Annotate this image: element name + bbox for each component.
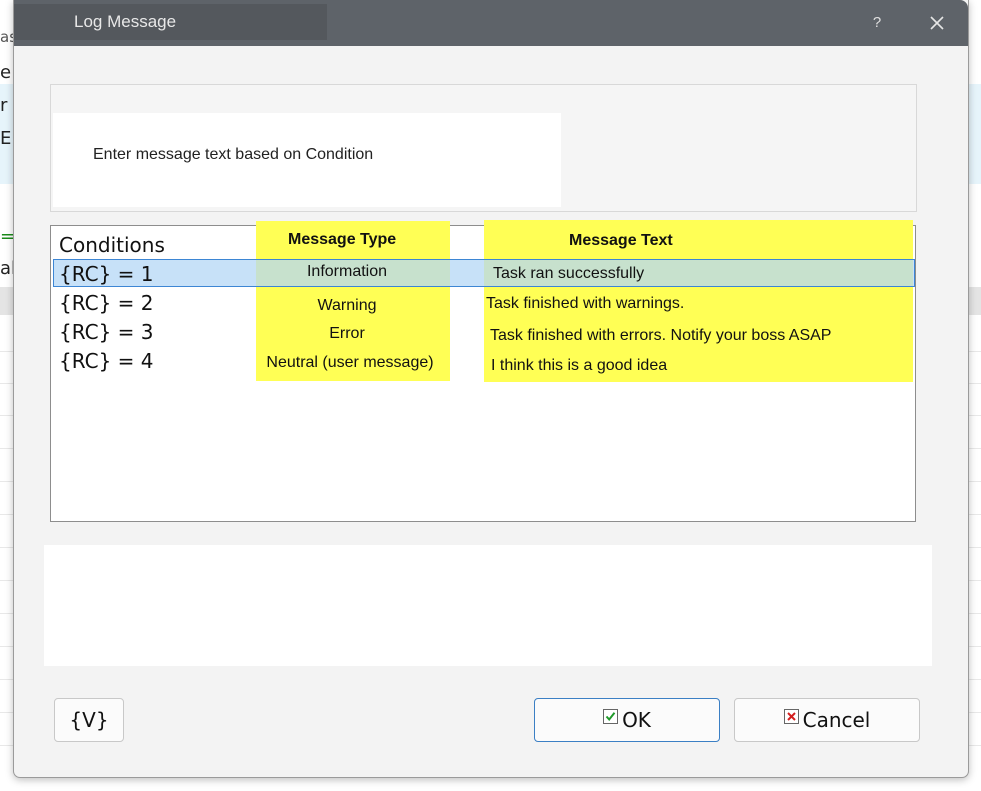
cancel-button-label: Cancel xyxy=(802,708,871,732)
ok-button-label: OK xyxy=(622,708,651,732)
row-message-text[interactable]: I think this is a good idea xyxy=(491,357,667,375)
row-message-text[interactable]: Task finished with errors. Notify your b… xyxy=(490,327,831,345)
details-panel xyxy=(44,545,932,666)
ok-button[interactable]: OK xyxy=(534,698,720,742)
close-icon xyxy=(930,16,944,30)
prompt-panel: Enter message text based on Condition xyxy=(50,84,917,212)
row-message-text[interactable]: Task ran successfully xyxy=(493,265,644,283)
close-button[interactable] xyxy=(922,8,952,38)
row-message-type[interactable]: Warning xyxy=(247,297,447,315)
row-message-type[interactable]: Information xyxy=(247,263,447,281)
window-title: Log Message xyxy=(74,12,177,31)
help-button[interactable]: ? xyxy=(864,10,890,36)
row-message-type[interactable]: Error xyxy=(247,325,447,343)
header-message-type[interactable]: Message Type xyxy=(288,231,396,249)
background-selection-right xyxy=(967,84,981,184)
row-condition[interactable]: {RC} = 2 xyxy=(59,291,154,315)
row-condition[interactable]: {RC} = 3 xyxy=(59,320,154,344)
variables-button-label: {V} xyxy=(69,708,109,732)
background-fragment: r xyxy=(0,95,8,116)
background-fragment: e xyxy=(0,62,12,83)
row-condition[interactable]: {RC} = 1 xyxy=(59,262,154,286)
check-icon xyxy=(603,708,619,724)
header-conditions[interactable]: Conditions xyxy=(59,233,165,257)
title-tab: Log Message xyxy=(14,4,327,40)
cancel-button[interactable]: Cancel xyxy=(734,698,920,742)
title-bar[interactable]: Log Message ? xyxy=(14,0,968,46)
row-message-text[interactable]: Task finished with warnings. xyxy=(486,295,684,313)
log-message-dialog: Log Message ? Enter message text based o… xyxy=(13,0,969,778)
conditions-grid[interactable]: Conditions Message Type Message Text {RC… xyxy=(50,220,916,522)
row-message-type[interactable]: Neutral (user message) xyxy=(250,354,450,372)
header-message-text[interactable]: Message Text xyxy=(569,232,673,250)
prompt-text: Enter message text based on Condition xyxy=(93,146,374,163)
row-condition[interactable]: {RC} = 4 xyxy=(59,349,154,373)
variables-button[interactable]: {V} xyxy=(54,698,124,742)
cancel-icon xyxy=(783,708,799,724)
selected-row[interactable] xyxy=(53,259,915,287)
